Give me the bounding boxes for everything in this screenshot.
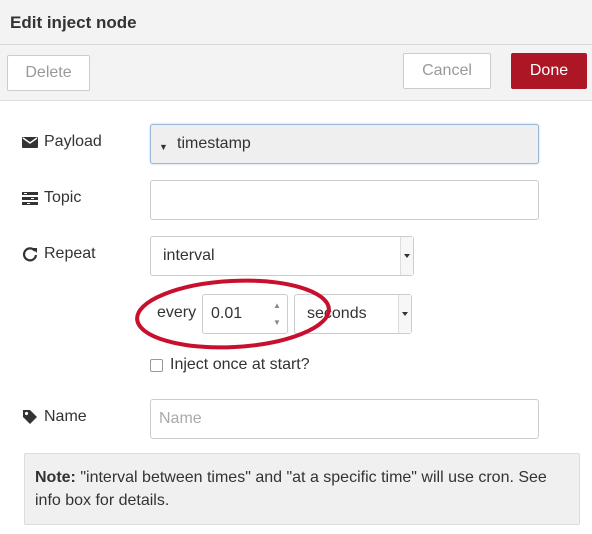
cancel-button[interactable]: Cancel — [403, 53, 491, 89]
name-label-row: Name — [22, 408, 87, 426]
repeat-label-row: Repeat — [22, 245, 96, 263]
delete-button[interactable]: Delete — [7, 55, 90, 91]
topic-input[interactable] — [150, 180, 539, 220]
repeat-icon — [22, 246, 38, 262]
name-input-wrapper[interactable] — [150, 399, 539, 439]
note-text: "interval between times" and "at a speci… — [35, 469, 547, 509]
inject-once-label[interactable]: Inject once at start? — [170, 356, 310, 374]
payload-label-row: Payload — [22, 133, 102, 151]
chevron-down-icon[interactable] — [400, 237, 413, 275]
info-note: Note: "interval between times" and "at a… — [24, 453, 580, 525]
name-label: Name — [44, 408, 87, 425]
repeat-mode-select[interactable]: interval — [150, 236, 414, 276]
envelope-icon — [22, 134, 38, 150]
edit-inject-node-dialog: Edit inject node Delete Cancel Done Payl… — [0, 0, 592, 534]
payload-type-input[interactable]: ▼ timestamp — [150, 124, 539, 164]
red-annotation-ellipse — [135, 278, 331, 350]
payload-value: timestamp — [177, 135, 251, 152]
dialog-titlebar: Edit inject node — [0, 0, 592, 45]
payload-label: Payload — [44, 133, 102, 150]
topic-label: Topic — [44, 189, 82, 206]
caret-down-icon[interactable]: ▼ — [159, 142, 168, 152]
tasks-icon — [22, 190, 38, 206]
repeat-mode-value: interval — [163, 247, 215, 264]
topic-label-row: Topic — [22, 189, 81, 207]
repeat-label: Repeat — [44, 245, 96, 262]
name-input[interactable] — [159, 410, 519, 428]
dialog-title: Edit inject node — [10, 13, 137, 32]
tag-icon — [22, 409, 38, 425]
note-prefix: Note: — [35, 469, 76, 486]
chevron-down-icon[interactable] — [398, 295, 411, 333]
inject-once-checkbox[interactable] — [150, 359, 163, 372]
done-button[interactable]: Done — [511, 53, 587, 89]
